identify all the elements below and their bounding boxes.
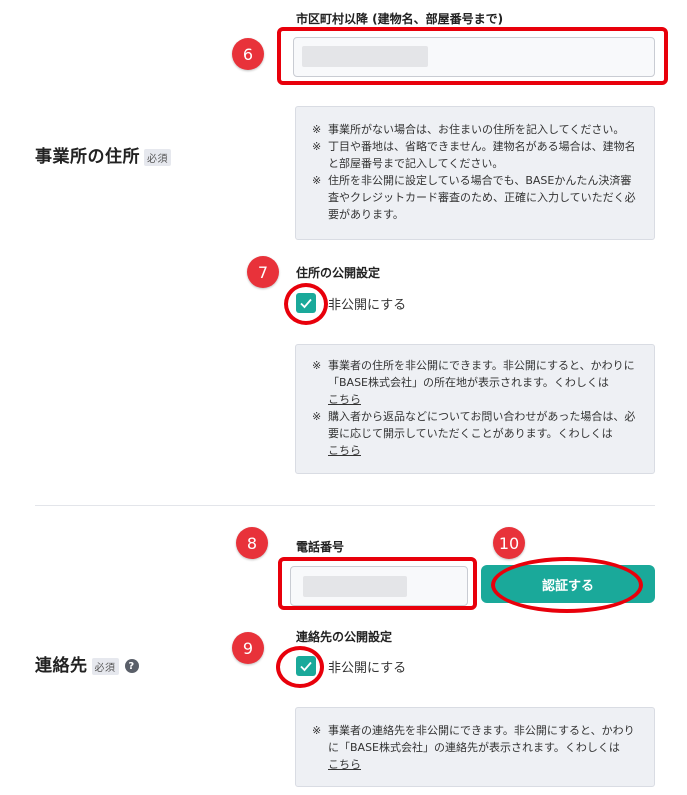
annotation-box-6: [277, 27, 668, 85]
address-private-label: 非公開にする: [328, 297, 407, 313]
note-line: ※ 購入者から返品などについてお問い合わせがあった場合は、必要に応じて開示してい…: [312, 410, 636, 457]
note-line: ※ 住所を非公開に設定している場合でも、BASEかんたん決済審査やクレジットカード…: [312, 174, 636, 221]
note-line: ※ 事業者の住所を非公開にできます。非公開にすると、かわりに「BASE株式会社」…: [312, 359, 635, 406]
annotation-box-8: [278, 557, 477, 610]
contact-section-title: 連絡先 必須?: [35, 651, 139, 676]
annotation-circle-9: [276, 646, 324, 688]
contact-private-label: 非公開にする: [328, 660, 407, 676]
contact-visibility-label: 連絡先の公開設定: [296, 630, 393, 644]
contact-visibility-note: ※ 事業者の連絡先を非公開にできます。非公開にすると、かわりに「BASE株式会社…: [295, 707, 655, 787]
note-line: ※ 事業者の連絡先を非公開にできます。非公開にすると、かわりに「BASE株式会社…: [312, 724, 635, 771]
annotation-badge-9: 9: [232, 632, 264, 664]
required-badge: 必須: [91, 657, 119, 675]
note-line: ※ 丁目や番地は、省略できません。建物名がある場合は、建物名と部屋番号まで記入して…: [312, 140, 636, 170]
address-title-text: 事業所の住所: [35, 147, 140, 167]
phone-field-label: 電話番号: [296, 540, 345, 554]
details-link[interactable]: こちら: [328, 444, 361, 457]
help-icon[interactable]: ?: [124, 659, 139, 673]
details-link[interactable]: こちら: [328, 758, 361, 771]
annotation-badge-7: 7: [247, 256, 279, 288]
address-visibility-label: 住所の公開設定: [296, 266, 381, 280]
contact-title-text: 連絡先: [35, 656, 88, 676]
annotation-badge-6: 6: [232, 38, 264, 70]
city-field-label: 市区町村以降 (建物名、部屋番号まで): [296, 12, 504, 26]
required-badge: 必須: [144, 148, 171, 166]
note-line: ※ 事業所がない場合は、お住まいの住所を記入してください。: [312, 123, 625, 136]
details-link[interactable]: こちら: [328, 393, 361, 406]
address-visibility-note: ※ 事業者の住所を非公開にできます。非公開にすると、かわりに「BASE株式会社」…: [295, 344, 655, 474]
annotation-badge-8: 8: [236, 527, 268, 559]
annotation-circle-10: [491, 557, 643, 613]
address-section-title: 事業所の住所 必須: [35, 142, 171, 167]
address-note: ※ 事業所がない場合は、お住まいの住所を記入してください。 ※ 丁目や番地は、省略で…: [295, 106, 655, 240]
section-divider: [35, 505, 655, 506]
annotation-circle-7: [284, 283, 328, 325]
annotation-badge-10: 10: [493, 527, 525, 559]
